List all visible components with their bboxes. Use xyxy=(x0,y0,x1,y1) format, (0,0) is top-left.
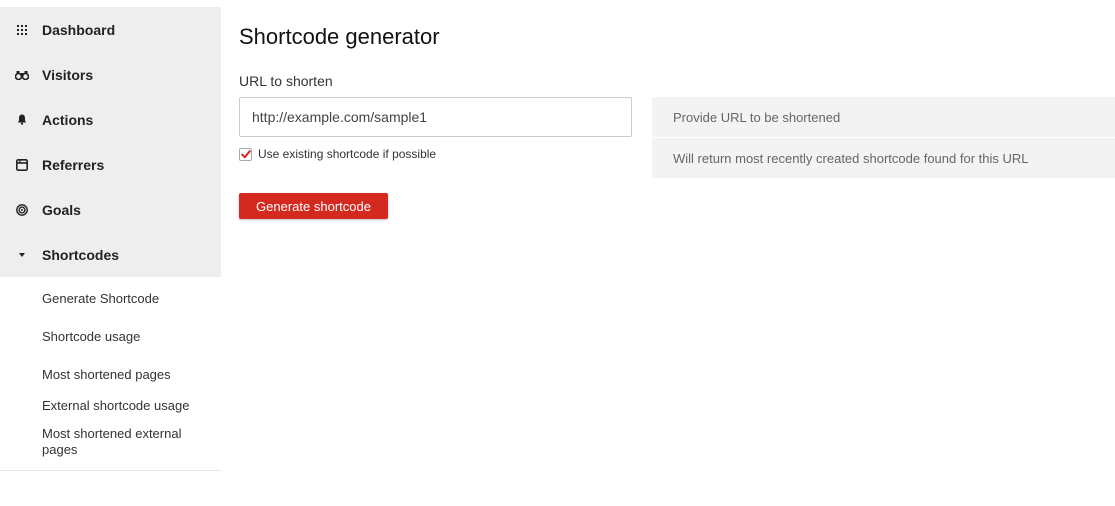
app-root: Dashboard Visitors Actions Referrers Goa… xyxy=(0,0,1115,506)
use-existing-checkbox[interactable] xyxy=(239,147,252,161)
sidebar-menu: Dashboard Visitors Actions Referrers Goa… xyxy=(0,7,221,277)
sidebar-item-label: Shortcodes xyxy=(42,246,120,263)
help-text-existing-shortcode: Will return most recently created shortc… xyxy=(673,150,1029,166)
sidebar-item-label: Visitors xyxy=(42,66,94,83)
sidebar-item-label: Goals xyxy=(42,201,81,218)
submenu-item-most-shortened-external-pages[interactable]: Most shortened external pages xyxy=(0,420,221,464)
sidebar-item-shortcodes[interactable]: Shortcodes xyxy=(0,232,221,277)
use-existing-checkbox-label: Use existing shortcode if possible xyxy=(258,147,437,161)
sidebar-item-dashboard[interactable]: Dashboard xyxy=(0,7,221,52)
sidebar-item-label: Actions xyxy=(42,111,94,128)
sidebar-item-label: Referrers xyxy=(42,156,105,173)
sidebar-item-label: Dashboard xyxy=(42,21,116,38)
shortcodes-submenu: Generate Shortcode Shortcode usage Most … xyxy=(0,277,221,471)
help-text-url: Provide URL to be shortened xyxy=(652,97,1115,138)
referrers-window-icon xyxy=(14,157,30,173)
caret-down-icon xyxy=(14,247,30,263)
target-icon xyxy=(14,202,30,218)
url-input[interactable] xyxy=(239,97,632,137)
sidebar-item-goals[interactable]: Goals xyxy=(0,187,221,232)
bell-icon xyxy=(14,112,30,128)
submenu-item-external-shortcode-usage[interactable]: External shortcode usage xyxy=(0,394,221,420)
sidebar: Dashboard Visitors Actions Referrers Goa… xyxy=(0,7,221,499)
submenu-item-generate-shortcode[interactable]: Generate Shortcode xyxy=(0,280,221,318)
dashboard-grid-icon xyxy=(14,22,30,38)
checkmark-icon xyxy=(240,149,251,158)
sidebar-item-referrers[interactable]: Referrers xyxy=(0,142,221,187)
submenu-item-shortcode-usage[interactable]: Shortcode usage xyxy=(0,318,221,356)
sidebar-item-visitors[interactable]: Visitors xyxy=(0,52,221,97)
url-field-label: URL to shorten xyxy=(239,73,333,89)
binoculars-icon xyxy=(14,67,30,83)
sidebar-item-actions[interactable]: Actions xyxy=(0,97,221,142)
page-title: Shortcode generator xyxy=(239,24,440,49)
generate-shortcode-button[interactable]: Generate shortcode xyxy=(239,193,388,219)
help-panel: Provide URL to be shortened Will return … xyxy=(652,97,1115,178)
submenu-item-most-shortened-pages[interactable]: Most shortened pages xyxy=(0,356,221,394)
use-existing-shortcode-option[interactable]: Use existing shortcode if possible xyxy=(239,147,436,161)
